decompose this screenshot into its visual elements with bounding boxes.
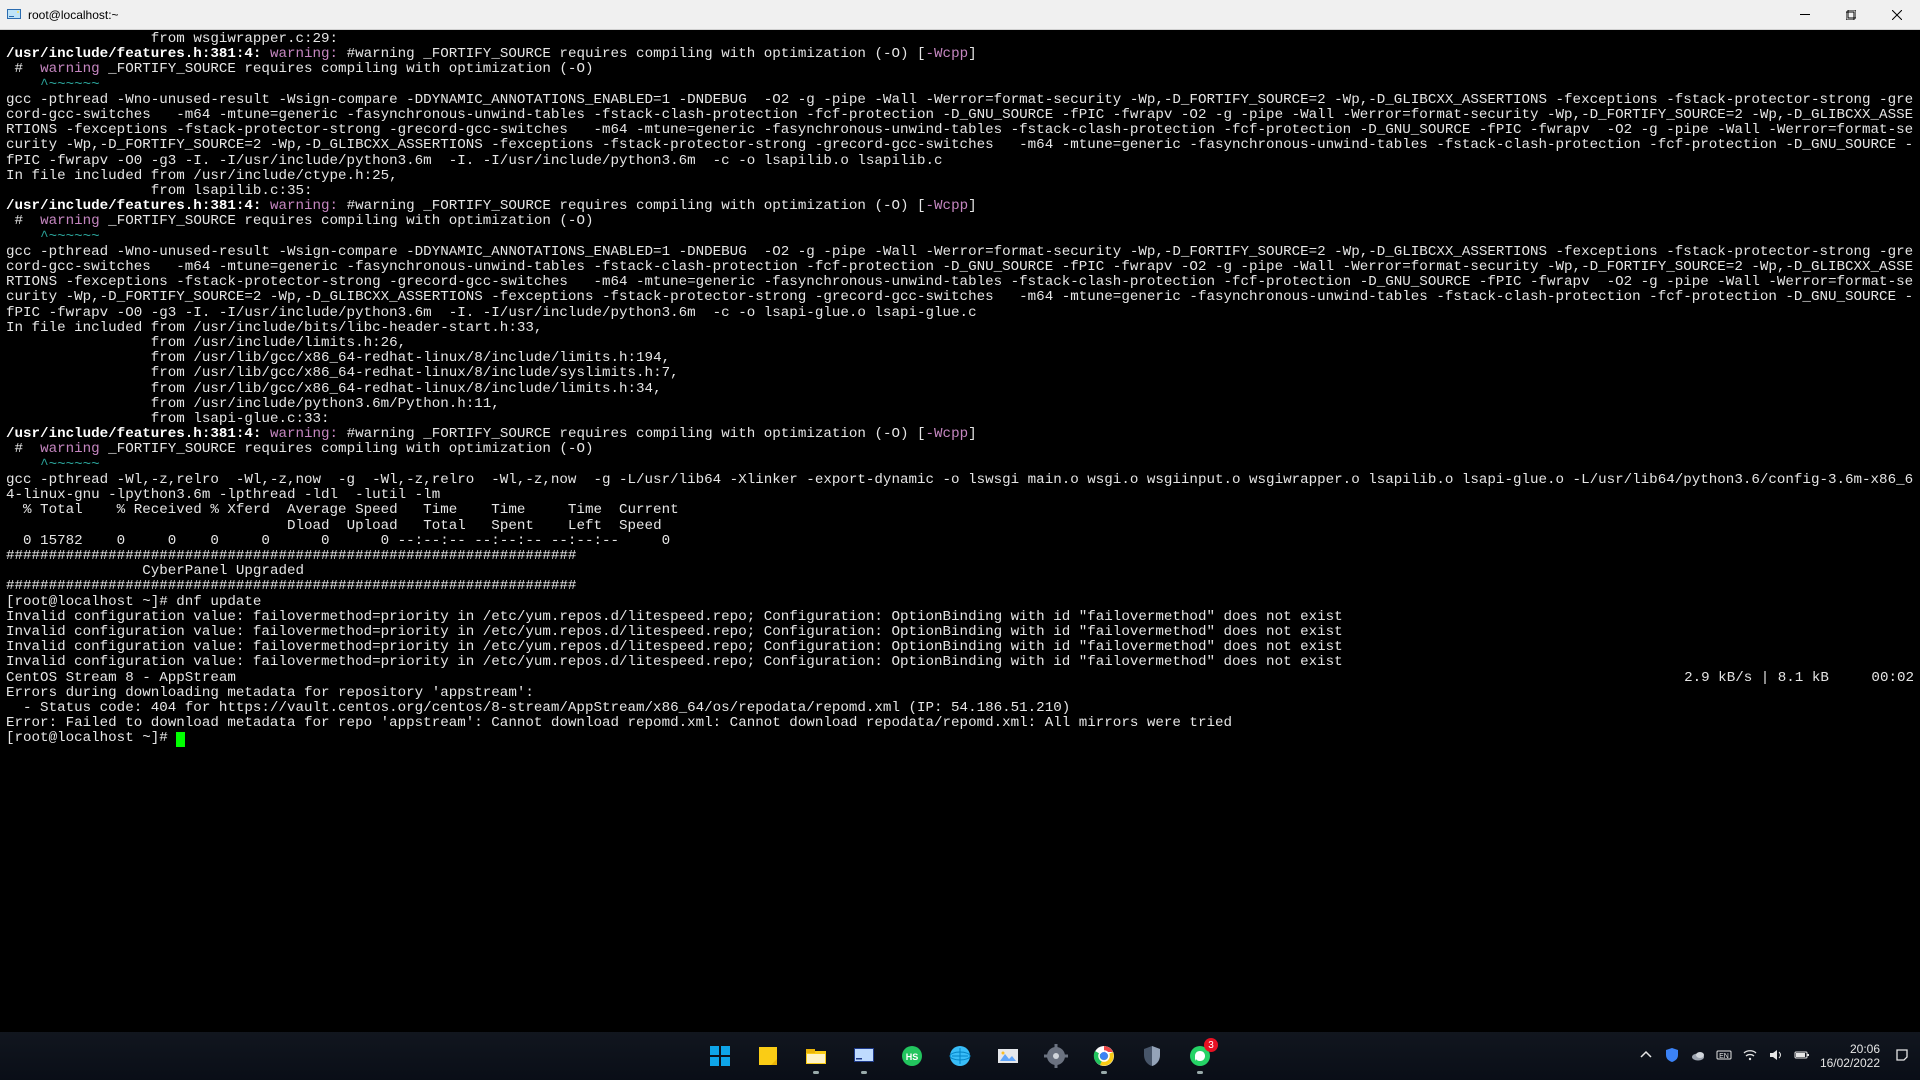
taskbar-chrome-icon[interactable] — [1084, 1036, 1124, 1076]
warning-word: warning: — [270, 46, 338, 62]
term-text: ] — [968, 198, 977, 214]
term-line: from /usr/lib/gcc/x86_64-redhat-linux/8/… — [6, 365, 679, 381]
warning-word: warning — [40, 61, 100, 77]
tray-battery-icon[interactable] — [1794, 1047, 1810, 1066]
term-line: from /usr/lib/gcc/x86_64-redhat-linux/8/… — [6, 381, 662, 397]
term-line: from /usr/include/python3.6m/Python.h:11… — [6, 396, 500, 412]
taskbar-file-explorer-icon[interactable] — [796, 1036, 836, 1076]
invalid-config-line: Invalid configuration value: failovermet… — [6, 639, 1343, 655]
term-line: from /usr/lib/gcc/x86_64-redhat-linux/8/… — [6, 350, 670, 366]
taskbar-shield-icon[interactable] — [1132, 1036, 1172, 1076]
invalid-config-line: Invalid configuration value: failovermet… — [6, 609, 1343, 625]
maximize-button[interactable] — [1828, 0, 1874, 30]
term-text: # — [6, 61, 40, 77]
term-text: #warning _FORTIFY_SOURCE requires compil… — [347, 46, 926, 62]
tilde-marker: ^~~~~~~ — [6, 77, 100, 93]
centos-repo-name: CentOS Stream 8 - AppStream — [6, 671, 236, 686]
term-text: #warning _FORTIFY_SOURCE requires compil… — [347, 426, 926, 442]
whatsapp-badge: 3 — [1204, 1038, 1218, 1052]
taskbar-putty-icon[interactable] — [844, 1036, 884, 1076]
term-line: from lsapi-glue.c:33: — [6, 411, 330, 427]
minimize-button[interactable] — [1782, 0, 1828, 30]
gcc-compile: gcc -pthread -Wno-unused-result -Wsign-c… — [6, 244, 1913, 321]
tray-security-icon[interactable] — [1664, 1047, 1680, 1066]
tilde-marker: ^~~~~~~ — [6, 229, 100, 245]
term-line: from /usr/include/limits.h:26, — [6, 335, 406, 351]
term-text: # — [6, 213, 40, 229]
term-text: _FORTIFY_SOURCE requires compiling with … — [100, 441, 594, 457]
term-text: _FORTIFY_SOURCE requires compiling with … — [100, 61, 594, 77]
close-button[interactable] — [1874, 0, 1920, 30]
window-controls — [1782, 0, 1920, 30]
term-path: /usr/include/features.h:381:4: — [6, 46, 261, 62]
titlebar: root@localhost:~ — [0, 0, 1920, 30]
taskbar-center: HS 3 — [700, 1036, 1220, 1076]
start-button[interactable] — [700, 1036, 740, 1076]
wcpp-flag: -Wcpp — [926, 46, 969, 62]
putty-icon — [6, 7, 22, 23]
taskbar-photos-icon[interactable] — [988, 1036, 1028, 1076]
term-text: #warning _FORTIFY_SOURCE requires compil… — [347, 198, 926, 214]
wcpp-flag: -Wcpp — [926, 426, 969, 442]
error-final: Error: Failed to download metadata for r… — [6, 715, 1232, 731]
centos-repo-speed: 2.9 kB/s | 8.1 kB 00:02 — [1684, 671, 1914, 686]
wcpp-flag: -Wcpp — [926, 198, 969, 214]
status-404: - Status code: 404 for https://vault.cen… — [6, 700, 1070, 716]
term-text: ] — [968, 46, 977, 62]
term-line: In file included from /usr/include/ctype… — [6, 168, 398, 184]
invalid-config-line: Invalid configuration value: failovermet… — [6, 624, 1343, 640]
tray-chevron-up-icon[interactable] — [1638, 1047, 1654, 1066]
system-tray: EN 20:06 16/02/2022 — [1638, 1032, 1914, 1080]
clock-time: 20:06 — [1820, 1042, 1880, 1056]
term-line: from lsapilib.c:35: — [6, 183, 313, 199]
term-line: In file included from /usr/include/bits/… — [6, 320, 542, 336]
tray-onedrive-icon[interactable] — [1690, 1047, 1706, 1066]
warning-word: warning — [40, 213, 100, 229]
term-path: /usr/include/features.h:381:4: — [6, 426, 261, 442]
warning-word: warning: — [270, 426, 338, 442]
term-line: from wsgiwrapper.c:29: — [6, 31, 338, 47]
taskbar-clock[interactable]: 20:06 16/02/2022 — [1820, 1042, 1880, 1070]
tray-volume-icon[interactable] — [1768, 1047, 1784, 1066]
cursor — [176, 732, 185, 747]
tray-notifications-icon[interactable] — [1890, 1047, 1914, 1066]
taskbar-browser-icon[interactable] — [940, 1036, 980, 1076]
taskbar-sticky-notes-icon[interactable] — [748, 1036, 788, 1076]
invalid-config-line: Invalid configuration value: failovermet… — [6, 654, 1343, 670]
prompt-command: [root@localhost ~]# dnf update — [6, 594, 261, 610]
tilde-marker: ^~~~~~~ — [6, 457, 100, 473]
curl-header: Dload Upload Total Spent Left Speed — [6, 518, 662, 534]
terminal-output[interactable]: from wsgiwrapper.c:29: /usr/include/feat… — [0, 30, 1920, 1032]
term-text: # — [6, 441, 40, 457]
error-metadata: Errors during downloading metadata for r… — [6, 685, 534, 701]
hash-divider: ########################################… — [6, 548, 576, 564]
prompt-empty: [root@localhost ~]# — [6, 730, 176, 746]
taskbar-whatsapp-icon[interactable]: 3 — [1180, 1036, 1220, 1076]
hash-divider: ########################################… — [6, 578, 576, 594]
curl-row: 0 15782 0 0 0 0 0 0 --:--:-- --:--:-- --… — [6, 533, 670, 549]
tray-wifi-icon[interactable] — [1742, 1047, 1758, 1066]
taskbar-settings-icon[interactable] — [1036, 1036, 1076, 1076]
taskbar: HS 3 EN 20: — [0, 1032, 1920, 1080]
term-text: ] — [968, 426, 977, 442]
warning-word: warning — [40, 441, 100, 457]
svg-text:HS: HS — [906, 1052, 919, 1062]
gcc-compile: gcc -pthread -Wno-unused-result -Wsign-c… — [6, 92, 1913, 169]
window-title: root@localhost:~ — [28, 8, 119, 22]
warning-word: warning: — [270, 198, 338, 214]
term-path: /usr/include/features.h:381:4: — [6, 198, 261, 214]
titlebar-left: root@localhost:~ — [0, 7, 119, 23]
taskbar-hs-icon[interactable]: HS — [892, 1036, 932, 1076]
tray-language-icon[interactable]: EN — [1716, 1047, 1732, 1066]
curl-header: % Total % Received % Xferd Average Speed… — [6, 502, 679, 518]
svg-text:EN: EN — [1719, 1053, 1729, 1060]
cyberpanel-upgraded: CyberPanel Upgraded — [6, 563, 304, 579]
gcc-link: gcc -pthread -Wl,-z,relro -Wl,-z,now -g … — [6, 472, 1913, 503]
term-text: _FORTIFY_SOURCE requires compiling with … — [100, 213, 594, 229]
clock-date: 16/02/2022 — [1820, 1056, 1880, 1070]
